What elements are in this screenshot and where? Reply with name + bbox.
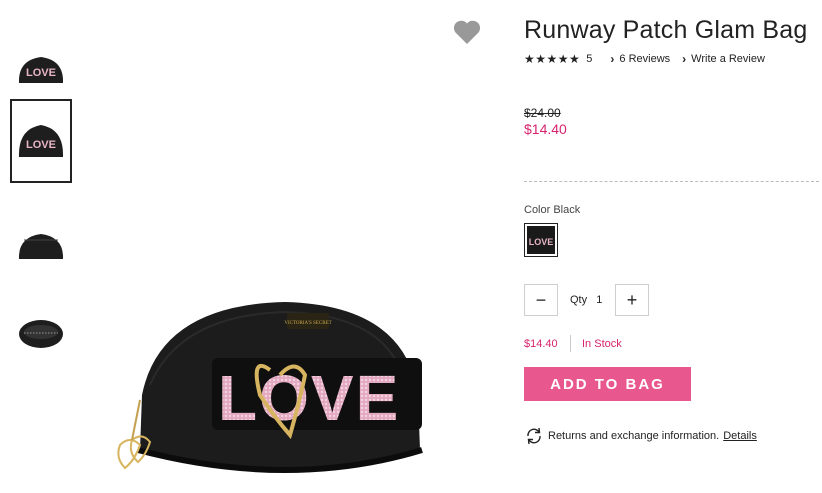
swatch-love-text: LOVE	[529, 237, 554, 247]
bag-love-patch-text: LOVE	[218, 362, 400, 434]
minus-icon: −	[535, 289, 547, 310]
sale-price: $14.40	[524, 121, 567, 137]
main-product-image: VICTORIA'S SECRET LOVE	[117, 302, 423, 473]
chevron-right-icon: ›	[682, 52, 687, 66]
returns-text: Returns and exchange information.	[548, 430, 720, 442]
ratings-row: ★★★★★ 5 › 6 Reviews › Write a Review	[524, 52, 765, 66]
chevron-right-icon: ›	[610, 52, 615, 66]
color-swatch-black[interactable]: LOVE	[524, 223, 558, 257]
divider	[524, 181, 819, 182]
thumbnail-3[interactable]	[10, 218, 72, 274]
color-label: Color Black	[524, 204, 581, 216]
swatch-bag-image: LOVE	[527, 226, 555, 254]
star-rating: ★★★★★	[524, 52, 581, 66]
qty-increase-button[interactable]: +	[615, 284, 649, 316]
product-title: Runway Patch Glam Bag	[524, 16, 808, 44]
write-review-label: Write a Review	[691, 53, 765, 65]
plus-icon: +	[626, 289, 638, 310]
qty-value: 1	[596, 294, 603, 306]
qty-display: Qty 1	[570, 294, 602, 306]
write-review-link[interactable]: › Write a Review	[682, 52, 765, 66]
details-link[interactable]: Details	[723, 430, 757, 442]
bag-thumbnail-image: LOVE	[18, 125, 64, 157]
add-to-bag-button[interactable]: ADD TO BAG	[524, 367, 691, 401]
svg-text:VICTORIA'S SECRET: VICTORIA'S SECRET	[284, 321, 331, 326]
heart-icon[interactable]	[452, 18, 482, 46]
thumbnail-4[interactable]	[10, 306, 72, 362]
thumbnail-love-text: LOVE	[26, 139, 56, 151]
stock-separator	[570, 335, 571, 352]
qty-decrease-button[interactable]: −	[524, 284, 558, 316]
reviews-link-label: 6 Reviews	[619, 53, 671, 65]
stock-status: In Stock	[582, 338, 622, 350]
thumbnail-love-text: LOVE	[26, 67, 56, 79]
bag-thumbnail-image	[19, 320, 63, 348]
refresh-icon	[527, 427, 541, 445]
reviews-link[interactable]: › 6 Reviews	[610, 52, 670, 66]
thumbnail-2[interactable]: LOVE	[10, 99, 72, 183]
bag-thumbnail-image	[18, 234, 64, 259]
bag-thumbnail-image: LOVE	[18, 57, 64, 83]
rating-value: 5	[586, 53, 593, 65]
thumbnail-1[interactable]: LOVE	[10, 42, 72, 98]
stock-price: $14.40	[524, 338, 558, 350]
returns-info: Returns and exchange information. Detail…	[524, 427, 757, 445]
qty-label: Qty	[570, 294, 588, 306]
original-price: $24.00	[524, 106, 561, 120]
swatch-image: LOVE	[527, 226, 555, 254]
